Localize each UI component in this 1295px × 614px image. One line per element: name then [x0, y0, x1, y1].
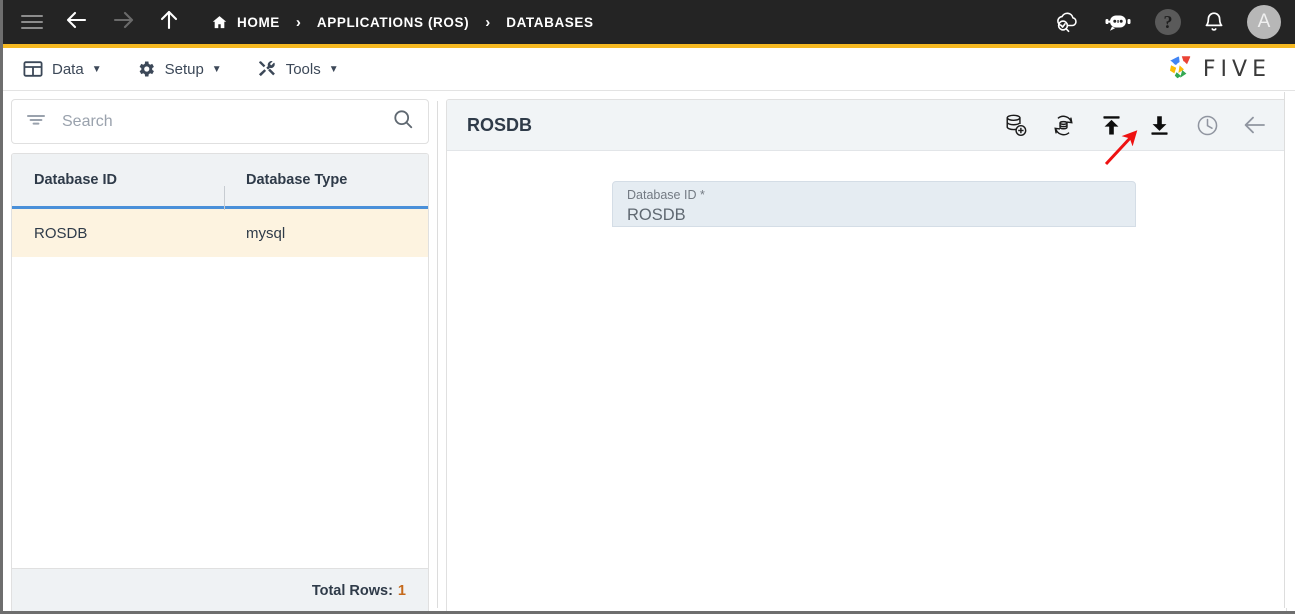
home-icon: [211, 14, 228, 31]
sync-database-icon[interactable]: [1050, 112, 1076, 138]
chevron-down-icon: ▼: [91, 63, 102, 75]
upload-icon[interactable]: [1098, 112, 1124, 138]
detail-form: Database ID * ROSDB: [447, 151, 1286, 611]
tools-icon: [256, 59, 277, 79]
breadcrumb-separator: ›: [485, 13, 491, 31]
breadcrumb: HOME › APPLICATIONS (ROS) › DATABASES: [211, 14, 594, 31]
nav-back-icon[interactable]: [65, 8, 89, 37]
gear-icon: [136, 59, 156, 79]
hamburger-line: [21, 27, 43, 29]
menu-label: Tools: [285, 60, 321, 78]
nav-up-icon[interactable]: [157, 8, 181, 37]
column-header-database-id[interactable]: Database ID: [12, 172, 224, 188]
menu-item-data[interactable]: Data ▼: [23, 60, 102, 78]
menu-label: Data: [52, 60, 84, 78]
search-input[interactable]: [60, 111, 392, 132]
detail-card: ROSDB Database ID * ROSDB: [446, 99, 1287, 611]
column-header-database-type[interactable]: Database Type: [224, 172, 428, 210]
cloud-check-icon[interactable]: [1053, 9, 1081, 35]
hamburger-menu-icon[interactable]: [21, 11, 43, 33]
table-row[interactable]: ROSDB mysql: [12, 209, 428, 257]
filter-icon[interactable]: [26, 111, 46, 132]
chevron-down-icon: ▼: [328, 63, 339, 75]
breadcrumb-separator: ›: [295, 13, 301, 31]
breadcrumb-label: APPLICATIONS (ROS): [316, 14, 470, 30]
breadcrumb-item-home[interactable]: HOME: [211, 14, 280, 31]
hamburger-line: [21, 15, 43, 17]
search-icon[interactable]: [392, 108, 414, 135]
total-rows-label: Total Rows:: [311, 583, 393, 599]
breadcrumb-item-applications[interactable]: APPLICATIONS (ROS): [317, 15, 469, 30]
brand-logo: FIVE: [1167, 53, 1271, 86]
grid-body: ROSDB mysql: [12, 209, 428, 568]
database-grid: Database ID Database Type ROSDB mysql To…: [11, 153, 429, 611]
grid-footer: Total Rows: 1: [12, 568, 428, 611]
grid-header-row: Database ID Database Type: [12, 154, 428, 210]
breadcrumb-label: DATABASES: [506, 14, 594, 30]
bell-icon[interactable]: [1203, 10, 1225, 34]
database-detail-panel: ROSDB Database ID * ROSDB: [438, 91, 1295, 611]
database-id-field[interactable]: Database ID * ROSDB: [612, 181, 1136, 227]
vertical-scrollbar[interactable]: [1284, 92, 1292, 608]
history-icon[interactable]: [1194, 112, 1220, 138]
app-window: HOME › APPLICATIONS (ROS) › DATABASES ? …: [0, 0, 1295, 614]
database-list-panel: Database ID Database Type ROSDB mysql To…: [3, 91, 437, 611]
database-id-field-value: ROSDB: [627, 206, 686, 224]
add-database-icon[interactable]: [1002, 112, 1028, 138]
menu-bar: Data ▼ Setup ▼ Tools ▼ FIVE: [3, 48, 1295, 91]
chatbot-icon[interactable]: [1103, 10, 1133, 34]
page-title: ROSDB: [467, 114, 533, 135]
download-icon[interactable]: [1146, 112, 1172, 138]
nav-forward-icon[interactable]: [111, 8, 135, 37]
cell-database-id: ROSDB: [34, 224, 88, 242]
help-icon[interactable]: ?: [1155, 9, 1181, 35]
detail-header: ROSDB: [447, 100, 1286, 151]
back-icon[interactable]: [1242, 112, 1268, 138]
top-navigation-bar: HOME › APPLICATIONS (ROS) › DATABASES ? …: [3, 0, 1295, 44]
menu-label: Setup: [164, 60, 204, 78]
database-id-field-label: Database ID *: [627, 188, 705, 202]
breadcrumb-label: HOME: [237, 14, 280, 30]
topbar-actions: ? A: [1053, 5, 1281, 39]
content-area: Database ID Database Type ROSDB mysql To…: [3, 91, 1295, 611]
total-rows-value: 1: [397, 583, 406, 599]
menu-item-tools[interactable]: Tools ▼: [256, 59, 339, 79]
avatar[interactable]: A: [1247, 5, 1281, 39]
menu-item-setup[interactable]: Setup ▼: [136, 59, 222, 79]
cell-database-type: mysql: [246, 224, 286, 242]
breadcrumb-item-databases[interactable]: DATABASES: [506, 15, 593, 30]
chevron-down-icon: ▼: [211, 63, 222, 75]
brand-name: FIVE: [1202, 56, 1271, 82]
hamburger-line: [21, 21, 43, 23]
search-bar[interactable]: [11, 99, 429, 144]
help-glyph: ?: [1163, 11, 1173, 32]
table-icon: [23, 60, 43, 78]
detail-toolbar: [1002, 112, 1276, 138]
avatar-initial: A: [1257, 11, 1271, 32]
five-pinwheel-logo-icon: [1167, 53, 1197, 86]
